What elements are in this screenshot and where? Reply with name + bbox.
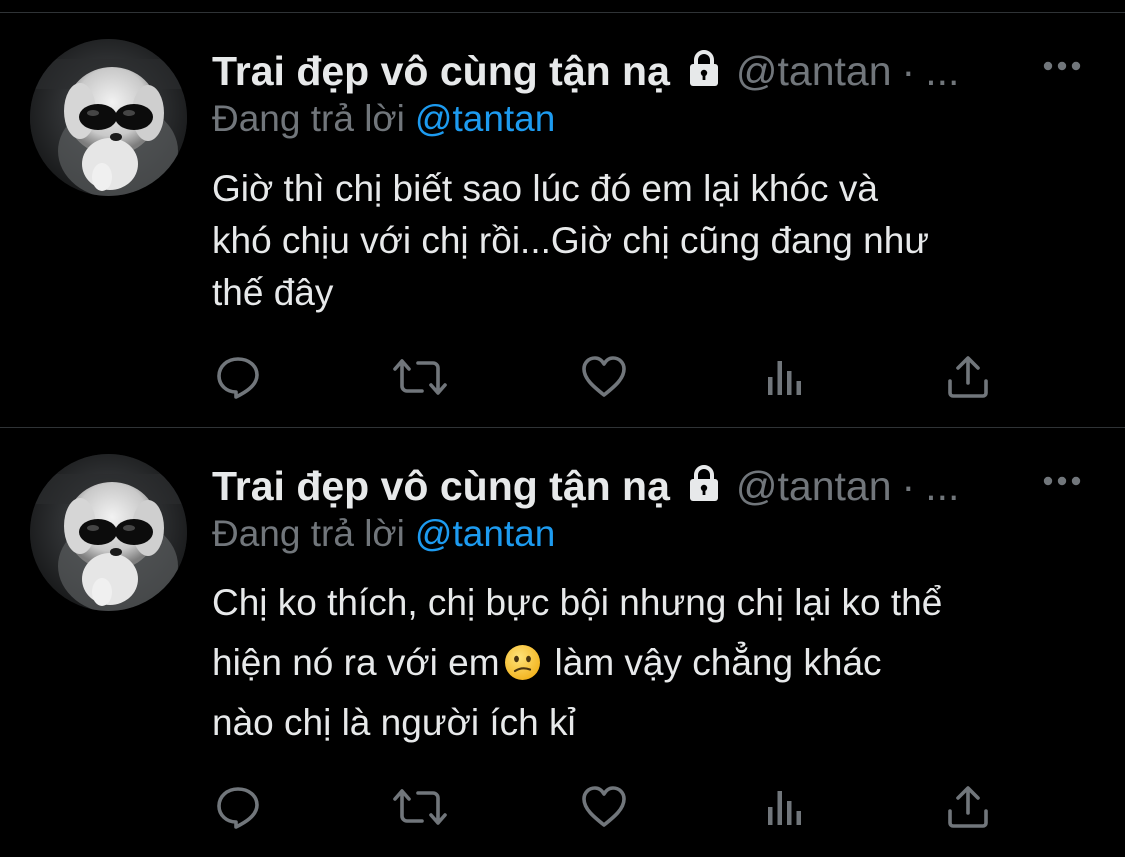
reply-mention-link[interactable]: @tantan	[415, 513, 555, 554]
replying-to-label: Đang trả lời	[212, 513, 405, 554]
avatar[interactable]	[30, 39, 187, 196]
like-icon[interactable]	[580, 353, 628, 401]
handle[interactable]: @tantan	[736, 48, 892, 94]
replying-to-label: Đang trả lời	[212, 98, 405, 139]
share-icon[interactable]	[944, 353, 992, 401]
tweet-text-line: hiện nó ra với em làm vậy chẳng khác	[212, 633, 1092, 693]
truncated-timestamp: ...	[925, 48, 960, 94]
handle[interactable]: @tantan	[736, 463, 892, 509]
tweet-actions	[212, 783, 1012, 833]
lock-icon	[684, 48, 724, 88]
confused-face-emoji	[504, 639, 541, 680]
tweet-header: Trai đẹp vô cùng tận nạ @tantan ·...	[212, 47, 1092, 97]
share-icon[interactable]	[944, 783, 992, 831]
more-horizontal-icon[interactable]	[1043, 59, 1081, 71]
retweet-icon[interactable]	[392, 353, 447, 401]
display-name[interactable]: Trai đẹp vô cùng tận nạ	[212, 48, 670, 94]
dog-with-sunglasses-avatar-image	[30, 454, 187, 611]
more-horizontal-icon[interactable]	[1043, 474, 1081, 486]
tweet-text-line: Giờ thì chị biết sao lúc đó em lại khóc …	[212, 168, 878, 209]
tweet-text-fragment: hiện nó ra với em	[212, 642, 500, 683]
reply-icon[interactable]	[214, 353, 262, 401]
truncated-timestamp: ...	[925, 463, 960, 509]
reply-icon[interactable]	[214, 783, 262, 831]
replying-to: Đang trả lời @tantan	[212, 512, 555, 556]
separator-dot: ·	[901, 48, 916, 94]
tweet-text: Chị ko thích, chị bực bội nhưng chị lại …	[212, 573, 1092, 753]
views-icon[interactable]	[762, 353, 810, 401]
reply-mention-link[interactable]: @tantan	[415, 98, 555, 139]
tweet-text-line: Chị ko thích, chị bực bội nhưng chị lại …	[212, 582, 943, 623]
tweet-text-line: nào chị là người ích kỉ	[212, 702, 576, 743]
tweet-actions	[212, 353, 1012, 403]
tweet-header: Trai đẹp vô cùng tận nạ @tantan ·...	[212, 462, 1092, 512]
retweet-icon[interactable]	[392, 783, 447, 831]
tweet-text: Giờ thì chị biết sao lúc đó em lại khóc …	[212, 163, 1092, 319]
avatar[interactable]	[30, 454, 187, 611]
tweet-text-line: thế đây	[212, 272, 334, 313]
dog-with-sunglasses-avatar-image	[30, 39, 187, 196]
views-icon[interactable]	[762, 783, 810, 831]
tweet-reply[interactable]: Trai đẹp vô cùng tận nạ @tantan ·... Đang …	[0, 428, 1125, 842]
tweet-reply[interactable]: Trai đẹp vô cùng tận nạ @tantan ·... Đang …	[0, 13, 1125, 427]
tweet-text-fragment: làm vậy chẳng khác	[554, 642, 882, 683]
display-name[interactable]: Trai đẹp vô cùng tận nạ	[212, 463, 670, 509]
replying-to: Đang trả lời @tantan	[212, 97, 555, 141]
like-icon[interactable]	[580, 783, 628, 831]
lock-icon	[684, 463, 724, 503]
tweet-text-line: khó chịu với chị rồi...Giờ chị cũng đang…	[212, 220, 930, 261]
separator-dot: ·	[901, 463, 916, 509]
